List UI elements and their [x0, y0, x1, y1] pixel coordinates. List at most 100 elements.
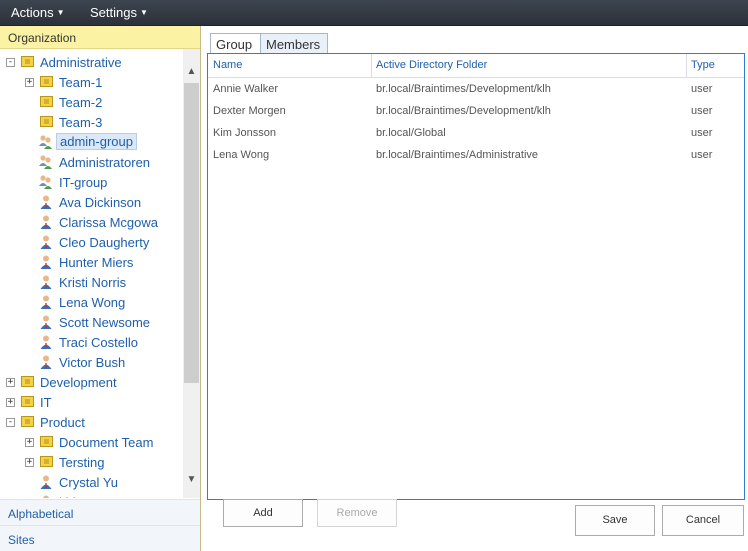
tree-node-label: Cleo Daugherty [59, 235, 150, 250]
cell-ad-folder: br.local/Global [376, 127, 446, 139]
settings-menu-label: Settings [90, 5, 137, 20]
cancel-button[interactable]: Cancel [662, 505, 744, 536]
tree-node[interactable]: IT-group [0, 172, 183, 192]
cell-ad-folder: br.local/Braintimes/Administrative [376, 149, 539, 161]
expand-icon[interactable]: + [25, 458, 34, 467]
alphabetical-section[interactable]: Alphabetical [0, 499, 200, 525]
tree-node[interactable]: + Tersting [0, 452, 183, 472]
sites-section[interactable]: Sites [0, 525, 200, 551]
actions-menu-label: Actions [11, 5, 54, 20]
tree-node[interactable]: kido [0, 492, 183, 498]
column-header-name[interactable]: Name [213, 59, 242, 71]
user-icon [40, 215, 52, 229]
cell-type: user [691, 83, 713, 95]
tree-node-label: IT [40, 395, 52, 410]
expand-icon[interactable]: + [6, 378, 15, 387]
chevron-down-icon: ▼ [56, 8, 65, 17]
tree-node[interactable]: Crystal Yu [0, 472, 183, 492]
settings-menu[interactable]: Settings ▼ [90, 5, 148, 20]
table-row[interactable]: Dexter Morgen br.local/Braintimes/Develop… [208, 101, 744, 123]
tree-node-label: Victor Bush [59, 355, 126, 370]
members-panel: Name Active Directory Folder Type Annie … [207, 53, 745, 527]
actions-menu[interactable]: Actions ▼ [11, 5, 65, 20]
tree-node[interactable]: Victor Bush [0, 352, 183, 372]
tree-node-label: Hunter Miers [59, 255, 134, 270]
folder-icon [21, 416, 34, 427]
tree-node[interactable]: Team-2 [0, 92, 183, 112]
user-icon [43, 495, 49, 498]
tab-members[interactable]: Members [260, 33, 328, 54]
cell-name: Lena Wong [213, 149, 270, 161]
tree-node-label: Traci Costello [59, 335, 138, 350]
organization-header[interactable]: Organization [0, 26, 200, 49]
expand-icon[interactable]: + [25, 78, 34, 87]
tree-node-label: admin-group [56, 133, 137, 150]
tree-node[interactable]: + Development [0, 372, 183, 392]
folder-icon [40, 76, 53, 87]
tree-node[interactable]: Scott Newsome [0, 312, 183, 332]
user-icon [40, 235, 52, 249]
folder-icon [40, 456, 53, 467]
tree-node[interactable]: Ava Dickinson [0, 192, 183, 212]
table-row[interactable]: Annie Walker br.local/Braintimes/Developm… [208, 79, 744, 101]
tree-node[interactable]: Team-3 [0, 112, 183, 132]
cell-ad-folder: br.local/Braintimes/Development/klh [376, 83, 551, 95]
tree-node[interactable]: + Document Team [0, 432, 183, 452]
tree-node-label: Ava Dickinson [59, 195, 142, 210]
tree-node-label: Development [40, 375, 117, 390]
expand-icon[interactable]: + [6, 398, 15, 407]
tree-node[interactable]: Traci Costello [0, 332, 183, 352]
user-icon [40, 355, 52, 369]
folder-icon [40, 436, 53, 447]
folder-icon [21, 376, 34, 387]
column-header-ad-folder[interactable]: Active Directory Folder [376, 59, 487, 71]
tree-node[interactable]: Clarissa Mcgowa [0, 212, 183, 232]
remove-button[interactable]: Remove [317, 499, 397, 527]
tree-node[interactable]: admin-group [0, 132, 183, 152]
tree-node-label: Tersting [59, 455, 105, 470]
scroll-up-icon[interactable]: ▲ [183, 63, 200, 80]
collapse-icon[interactable]: - [6, 58, 15, 67]
tree-node-label: Team-1 [59, 75, 103, 90]
tree-node[interactable]: Administratoren [0, 152, 183, 172]
cell-name: Kim Jonsson [213, 127, 276, 139]
tree-node[interactable]: Hunter Miers [0, 252, 183, 272]
organization-tree: - Administrative + Team-1 Team-2 Team-3 admin-… [0, 49, 183, 498]
tree-node[interactable]: - Product [0, 412, 183, 432]
save-button[interactable]: Save [575, 505, 655, 536]
add-button[interactable]: Add [223, 499, 303, 527]
left-pane: Organization - Administrative + Team-1 Team-… [0, 26, 201, 551]
tree-node[interactable]: + IT [0, 392, 183, 412]
tree-node[interactable]: Kristi Norris [0, 272, 183, 292]
user-icon [40, 275, 52, 289]
folder-icon [40, 116, 53, 127]
tree-node[interactable]: - Administrative [0, 52, 183, 72]
folder-icon [21, 396, 34, 407]
collapse-icon[interactable]: - [6, 418, 15, 427]
scroll-down-icon[interactable]: ▼ [183, 471, 200, 488]
cell-type: user [691, 149, 713, 161]
column-divider [686, 54, 687, 78]
user-icon [40, 295, 52, 309]
user-icon [40, 255, 52, 269]
menu-bar: Actions ▼ Settings ▼ [0, 0, 748, 26]
tree-node-label: Product [40, 415, 85, 430]
tree-node-label: Team-2 [59, 95, 103, 110]
expand-icon[interactable]: + [25, 438, 34, 447]
tree-node-label: Crystal Yu [59, 475, 119, 490]
tab-group[interactable]: Group [210, 33, 261, 54]
tree-scrollbar-thumb[interactable] [184, 83, 199, 383]
tree-node-label: Administrative [40, 55, 122, 70]
cell-type: user [691, 105, 713, 117]
table-row[interactable]: Lena Wong br.local/Braintimes/Administrat… [208, 145, 744, 167]
tree-node[interactable]: Lena Wong [0, 292, 183, 312]
tree-node[interactable]: + Team-1 [0, 72, 183, 92]
column-header-type[interactable]: Type [691, 59, 715, 71]
table-row[interactable]: Kim Jonsson br.local/Global user [208, 123, 744, 145]
tree-node-label: kido [59, 495, 83, 498]
tree-node-label: Clarissa Mcgowa [59, 215, 158, 230]
group-icon [39, 135, 52, 149]
tree-node-label: Scott Newsome [59, 315, 151, 330]
tree-node-label: IT-group [59, 175, 108, 190]
tree-node[interactable]: Cleo Daugherty [0, 232, 183, 252]
